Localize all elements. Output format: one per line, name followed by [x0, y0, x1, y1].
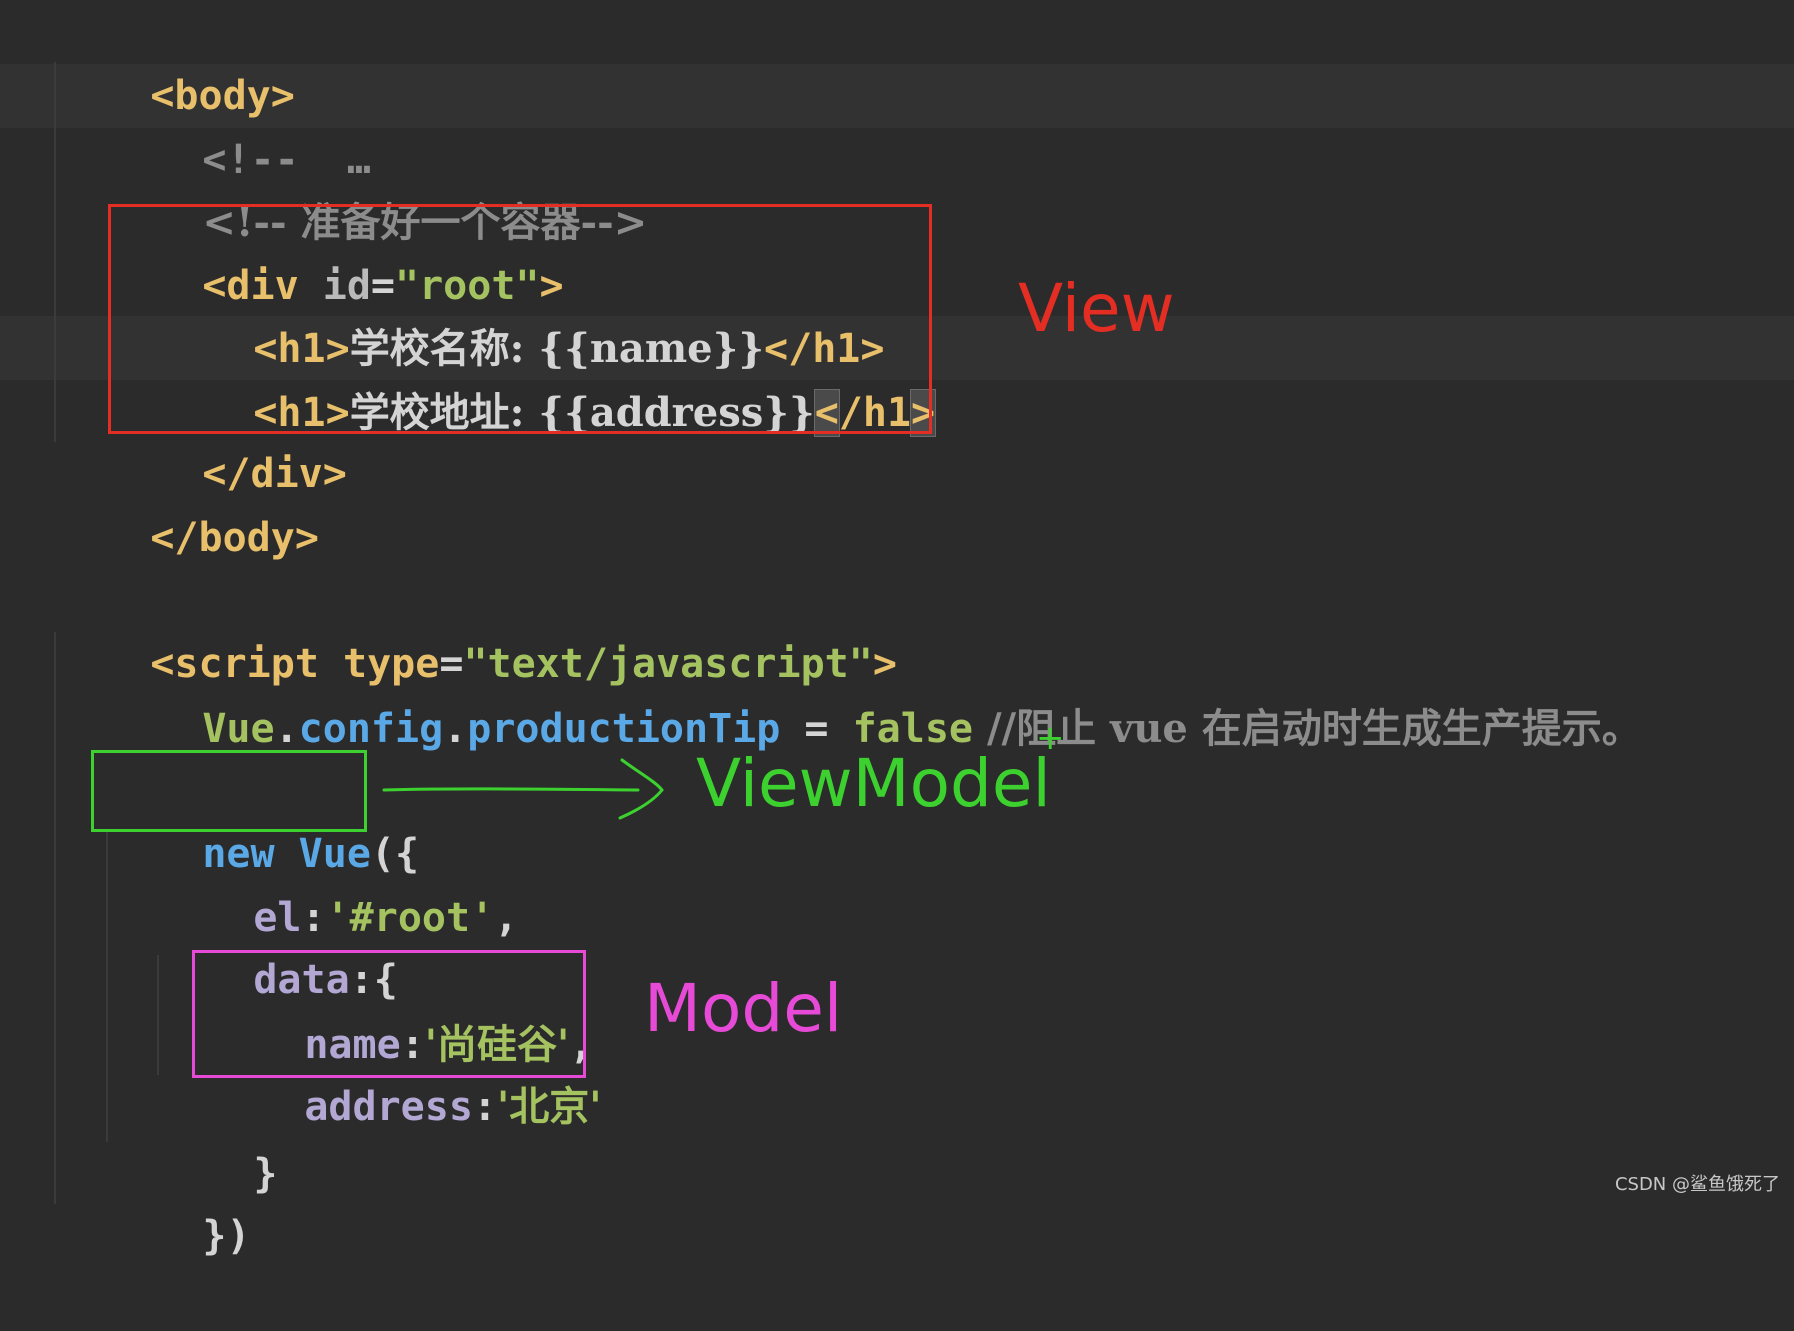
code-line-folded-comment[interactable]: <!-- … — [106, 66, 371, 183]
close-paren: }) — [202, 1213, 251, 1259]
view-highlight-box — [108, 204, 932, 434]
code-line-close-brace[interactable]: } — [157, 1080, 277, 1197]
colon: : — [472, 1084, 497, 1130]
code-line-comment[interactable]: <!-- 准备好一个容器--> — [106, 128, 647, 246]
code-line-script-open[interactable]: <script type="text/javascript"> — [54, 570, 897, 687]
viewmodel-annotation: ViewModel — [696, 745, 1051, 822]
tag-bracket: > — [322, 451, 347, 497]
code-editor[interactable]: <body> <!-- … <!-- 准备好一个容器--> <div id="r… — [0, 0, 1794, 1259]
tag-bracket: > — [294, 515, 319, 561]
string-literal: '北京' — [497, 1083, 602, 1130]
object-key: address — [304, 1084, 473, 1130]
viewmodel-plus-mark: + — [1036, 718, 1065, 758]
view-annotation: View — [1018, 270, 1175, 347]
model-annotation: Model — [644, 970, 843, 1047]
code-line-data[interactable]: data:{ — [157, 886, 398, 1003]
watermark: CSDN @鲨鱼饿死了 — [1614, 1174, 1780, 1195]
close-brace: } — [253, 1151, 278, 1197]
code-line-el[interactable]: el:'#root', — [157, 824, 518, 941]
comma: , — [494, 895, 519, 941]
tag-name: body — [198, 515, 295, 561]
arrow-icon — [382, 758, 664, 820]
tag-bracket: </ — [150, 515, 199, 561]
code-line-body-open[interactable]: <body> — [54, 2, 295, 119]
comment-text: //阻止 vue 在启动时生成生产提示。 — [973, 705, 1642, 752]
model-highlight-box — [192, 950, 586, 1078]
property-name: config — [298, 706, 444, 752]
code-line-production-tip[interactable]: Vue.config.productionTip = false //阻止 vu… — [106, 634, 1641, 752]
code-line-close-paren[interactable]: }) — [106, 1142, 250, 1259]
code-line-body-close[interactable]: </body> — [54, 444, 319, 561]
dot-operator: . — [443, 706, 468, 752]
viewmodel-highlight-box — [91, 750, 367, 832]
identifier: Vue — [202, 706, 275, 752]
dot-operator: . — [274, 706, 299, 752]
